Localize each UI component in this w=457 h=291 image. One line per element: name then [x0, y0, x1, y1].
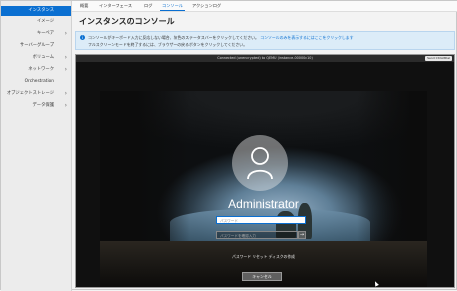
page-title: インスタンスのコンソール — [79, 17, 175, 26]
sidebar-item-orchestration[interactable]: Orchestration — [1, 77, 71, 87]
connection-status: Connected (unencrypted) to QEMU (instanc… — [217, 56, 313, 60]
app-page: インスタンス イメージ キーペア › サーバーグループ ボリューム › ネットワ… — [0, 0, 457, 291]
vnc-console[interactable]: Connected (unencrypted) to QEMU (instanc… — [75, 54, 455, 288]
chevron-right-icon: › — [64, 102, 67, 109]
tab-overview[interactable]: 概要 — [80, 1, 88, 11]
sidebar-item-instances[interactable]: インスタンス — [1, 6, 71, 16]
sidebar-item-images[interactable]: イメージ — [1, 17, 71, 27]
sidebar-item-network[interactable]: ネットワーク › — [1, 65, 71, 75]
info-text-line2: フルスクリーンモードを終了するには、ブラウザーの戻るボタンをクリックしてください… — [88, 42, 248, 47]
sidebar-item-label: データ保護 — [32, 103, 54, 108]
cancel-button[interactable]: キャンセル — [242, 272, 282, 281]
sidebar-item-keypairs[interactable]: キーペア › — [1, 29, 71, 39]
chevron-right-icon: › — [64, 90, 67, 97]
chevron-right-icon: › — [64, 54, 67, 61]
confirm-password-input[interactable]: パスワードを確認入力 — [216, 231, 298, 239]
username-label: Administrator — [228, 197, 299, 211]
tab-action-log[interactable]: アクションログ — [192, 1, 221, 11]
sidebar-item-data-protection[interactable]: データ保護 › — [1, 101, 71, 111]
sidebar-item-volumes[interactable]: ボリューム › — [1, 53, 71, 63]
chevron-right-icon: › — [64, 30, 67, 37]
instance-tabs: 概要 インターフェース ログ コンソール アクションログ — [72, 1, 457, 12]
sidebar-item-label: オブジェクトストレージ — [6, 91, 54, 96]
console-only-link[interactable]: コンソールのみを表示するにはここをクリックします — [260, 35, 353, 40]
sidebar-item-label: キーペア — [36, 31, 54, 36]
info-alert: i コンソールがキーボード入力に反応しない場合、灰色のステータスバーをクリックし… — [75, 31, 455, 50]
sidebar: インスタンス イメージ キーペア › サーバーグループ ボリューム › ネットワ… — [1, 1, 72, 291]
user-avatar — [232, 135, 288, 191]
sidebar-item-label: ネットワーク — [28, 67, 54, 72]
console-status-bar[interactable]: Connected (unencrypted) to QEMU (instanc… — [76, 55, 454, 62]
sidebar-item-label: サーバーグループ — [19, 43, 54, 48]
sidebar-item-server-groups[interactable]: サーバーグループ — [1, 41, 71, 51]
info-icon: i — [80, 35, 85, 40]
tab-console[interactable]: コンソール — [160, 1, 185, 11]
tab-log[interactable]: ログ — [144, 1, 152, 11]
create-reset-disk-link[interactable]: パスワード リセット ディスクの作成 — [100, 254, 427, 260]
windows-login-screen[interactable]: Administrator パスワード パスワードを確認入力 → パスワード リ… — [100, 91, 427, 287]
send-ctrl-alt-del-button[interactable]: Send CtrlAltDel — [425, 56, 452, 61]
sidebar-item-label: ボリューム — [32, 55, 54, 60]
sidebar-item-label: Orchestration — [24, 79, 54, 84]
user-icon — [247, 147, 273, 180]
password-input[interactable]: パスワード — [216, 216, 306, 224]
sidebar-item-label: イメージ — [36, 19, 54, 24]
info-text-line1: コンソールがキーボード入力に反応しない場合、灰色のステータスバーをクリックしてく… — [88, 35, 354, 41]
sidebar-item-object-storage[interactable]: オブジェクトストレージ › — [1, 89, 71, 99]
tab-interfaces[interactable]: インターフェース — [99, 1, 132, 11]
submit-arrow-button[interactable]: → — [298, 231, 306, 239]
chevron-right-icon: › — [64, 66, 67, 73]
sidebar-item-label: インスタンス — [28, 8, 54, 13]
info-text: コンソールがキーボード入力に反応しない場合、灰色のステータスバーをクリックしてく… — [88, 35, 259, 40]
